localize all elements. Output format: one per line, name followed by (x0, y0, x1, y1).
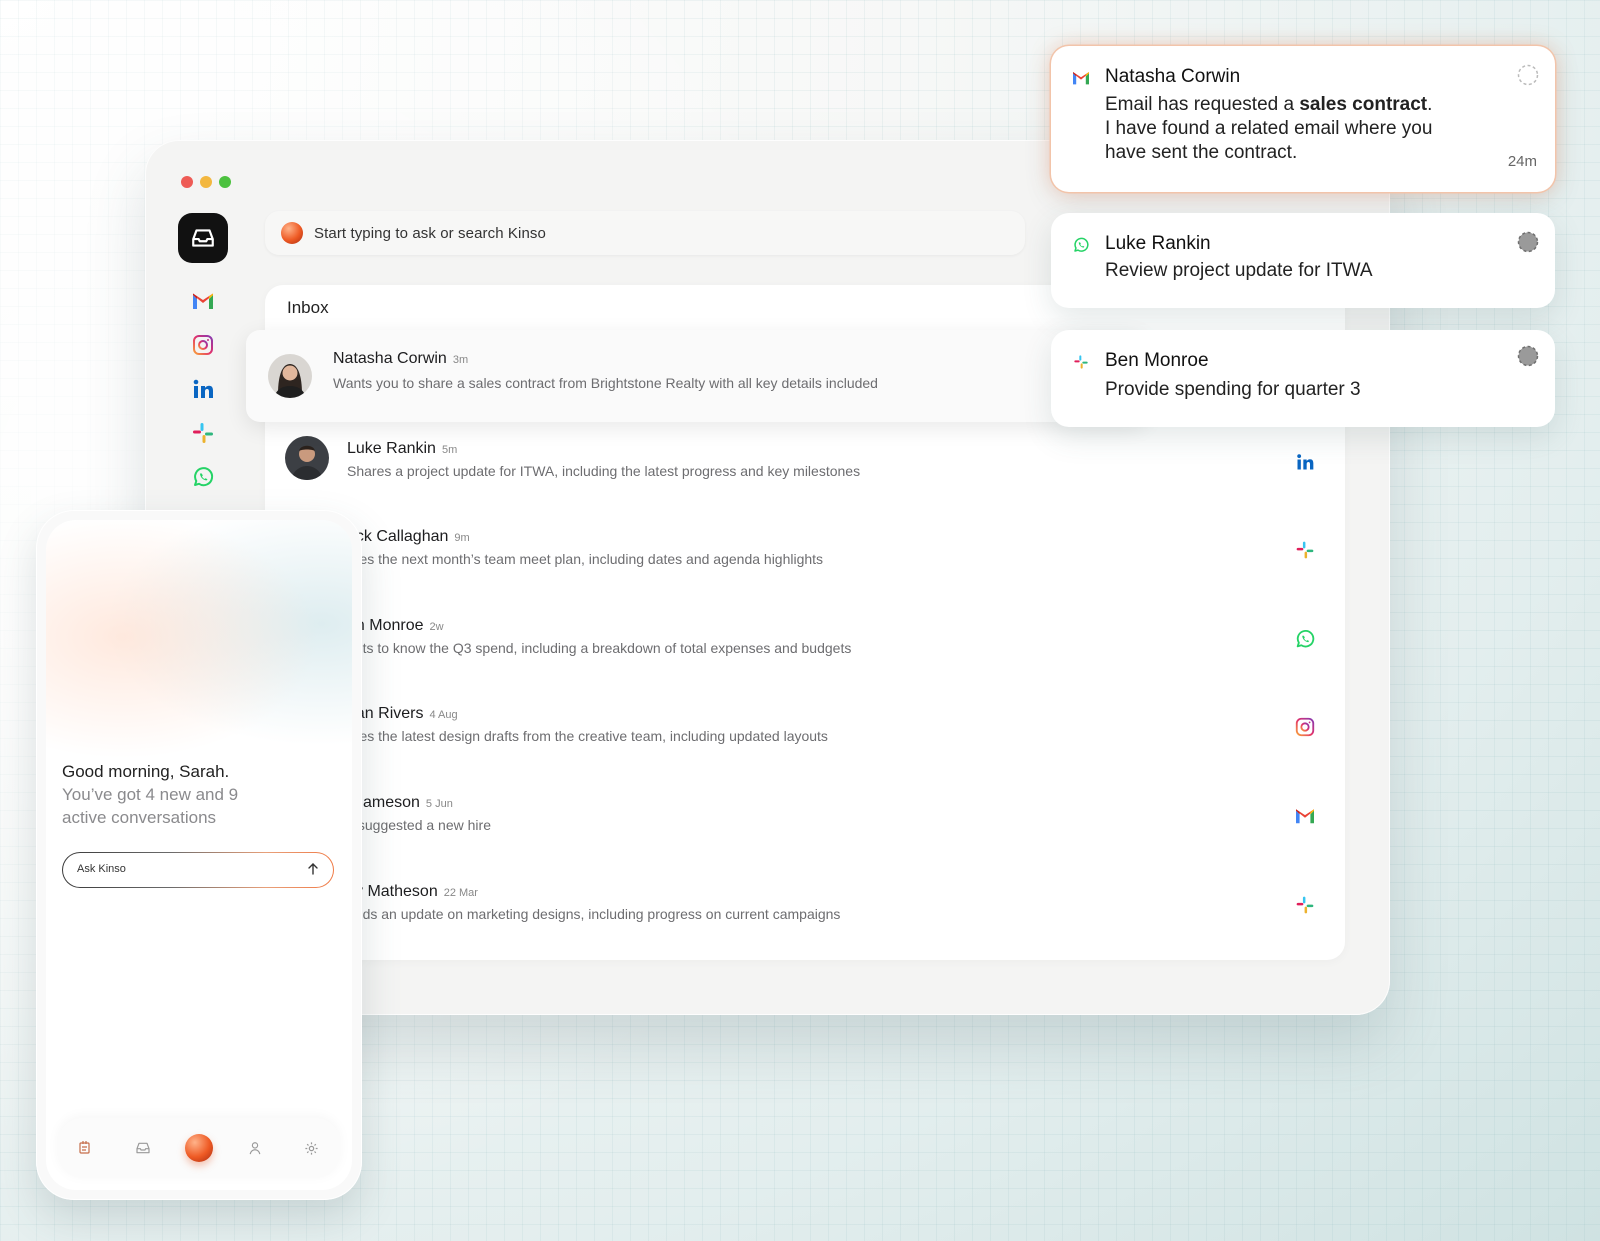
sidebar-item-slack[interactable] (190, 420, 216, 446)
ask-kinso-input[interactable]: Ask Kinso (62, 852, 334, 888)
loading-spinner-icon (1517, 231, 1539, 253)
linkedin-icon (1297, 454, 1314, 470)
notification-sender: Luke Rankin (1105, 233, 1211, 254)
row-sender: Luke Rankin 5m (347, 440, 458, 457)
tasks-icon (79, 1141, 90, 1154)
table-row[interactable]: Luke Rankin 5m Shares a project update fo… (265, 428, 1345, 516)
notification-card[interactable]: Luke Rankin Review project update for IT… (1051, 213, 1555, 308)
tab-profile[interactable] (240, 1133, 270, 1163)
row-preview: ants to know the Q3 spend, including a b… (347, 640, 852, 656)
search-bar[interactable]: Start typing to ask or search Kinso (265, 211, 1025, 255)
table-row[interactable]: han Rivers 4 Aug ares the latest design d… (265, 693, 1345, 781)
sidebar-item-instagram[interactable] (190, 332, 216, 358)
send-arrow-up-icon[interactable] (305, 861, 321, 877)
tab-kinso[interactable] (184, 1133, 214, 1163)
whatsapp-icon (194, 467, 214, 487)
notification-body: Review project update for ITWA (1105, 260, 1373, 281)
instagram-icon (193, 335, 213, 355)
slack-icon (1074, 355, 1088, 369)
close-window-button[interactable] (181, 176, 193, 188)
table-row[interactable]: i Jameson 5 Jun s suggested a new hire (265, 782, 1345, 870)
slack-icon (193, 423, 213, 443)
tab-inbox[interactable] (128, 1133, 158, 1163)
slack-icon (1296, 541, 1314, 559)
conversation-summary: You’ve got 4 new and 9 active conversati… (62, 785, 239, 827)
notification-card[interactable]: Natasha Corwin Email has requested a sal… (1051, 46, 1555, 192)
greeting-text: Good morning, Sarah. (62, 762, 230, 781)
whatsapp-icon (1074, 237, 1089, 252)
row-preview: eeds an update on marketing designs, inc… (347, 906, 841, 922)
settings-icon (305, 1141, 318, 1155)
maximize-window-button[interactable] (219, 176, 231, 188)
sidebar-item-whatsapp[interactable] (190, 464, 216, 490)
notification-body: Email has requested a sales contract. I … (1105, 94, 1433, 163)
avatar (285, 436, 329, 480)
phone-glow-background (46, 520, 352, 780)
instagram-icon (1295, 717, 1315, 737)
row-preview: Shares a project update for ITWA, includ… (347, 463, 861, 479)
gmail-icon (193, 293, 213, 309)
window-controls (181, 176, 231, 188)
row-preview: ares the latest design drafts from the c… (347, 728, 828, 744)
tab-tasks[interactable] (71, 1133, 101, 1163)
whatsapp-icon (1296, 629, 1315, 648)
row-sender: i Jameson 5 Jun (347, 794, 453, 811)
loading-spinner-icon (1517, 345, 1539, 367)
row-source-whatsapp (1293, 627, 1317, 651)
sidebar-item-gmail[interactable] (190, 288, 216, 314)
row-source-slack (1293, 893, 1317, 917)
row-source-instagram (1293, 715, 1317, 739)
row-sender: Natasha Corwin 3m (333, 350, 469, 367)
ask-kinso-placeholder: Ask Kinso (77, 863, 126, 875)
notification-card[interactable]: Ben Monroe Provide spending for quarter … (1051, 330, 1555, 427)
notification-source (1071, 235, 1091, 255)
tab-settings[interactable] (297, 1133, 327, 1163)
row-source-linkedin (1293, 450, 1317, 474)
bottom-tab-bar (58, 1118, 340, 1178)
table-row[interactable]: ack Callaghan 9m ares the next month’s te… (265, 516, 1345, 604)
gmail-icon (1296, 809, 1314, 824)
phone-screen: Good morning, Sarah. You’ve got 4 new an… (46, 520, 352, 1190)
loading-spinner-icon (1517, 64, 1539, 86)
avatar (268, 354, 312, 398)
greeting-block: Good morning, Sarah. You’ve got 4 new an… (62, 760, 282, 829)
inbox-icon (192, 229, 214, 247)
row-source-gmail (1293, 804, 1317, 828)
row-sender: ack Callaghan 9m (347, 528, 470, 545)
profile-icon (249, 1142, 261, 1155)
table-row[interactable]: en Monroe 2w ants to know the Q3 spend, i… (265, 605, 1345, 693)
sidebar-item-inbox[interactable] (178, 213, 228, 263)
kinso-orb-icon (184, 1134, 213, 1162)
slack-icon (1296, 896, 1314, 914)
notification-sender: Natasha Corwin (1105, 66, 1241, 87)
table-row-selected[interactable]: Natasha Corwin 3m Wants you to share a sa… (246, 330, 1146, 422)
table-row[interactable]: cy Matheson 22 Mar eeds an update on mark… (265, 871, 1345, 959)
linkedin-icon (193, 379, 213, 398)
row-preview: s suggested a new hire (347, 817, 491, 833)
notification-body: Provide spending for quarter 3 (1105, 379, 1361, 400)
sidebar-item-linkedin[interactable] (190, 376, 216, 402)
inbox-title: Inbox (287, 298, 329, 317)
inbox-icon (135, 1142, 150, 1154)
mobile-app-phone: Good morning, Sarah. You’ve got 4 new an… (36, 510, 362, 1200)
row-sender: cy Matheson 22 Mar (347, 883, 478, 900)
kinso-orb-icon (281, 222, 303, 244)
notification-time: 24m (1507, 153, 1537, 170)
notification-source (1071, 68, 1091, 88)
gmail-icon (1073, 72, 1089, 85)
search-input[interactable]: Start typing to ask or search Kinso (314, 225, 546, 242)
row-sender: han Rivers 4 Aug (347, 705, 458, 722)
row-preview: ares the next month’s team meet plan, in… (347, 551, 824, 567)
row-preview: Wants you to share a sales contract from… (333, 375, 878, 391)
row-source-slack (1293, 538, 1317, 562)
notification-source (1071, 352, 1091, 372)
minimize-window-button[interactable] (200, 176, 212, 188)
notification-sender: Ben Monroe (1105, 350, 1209, 371)
